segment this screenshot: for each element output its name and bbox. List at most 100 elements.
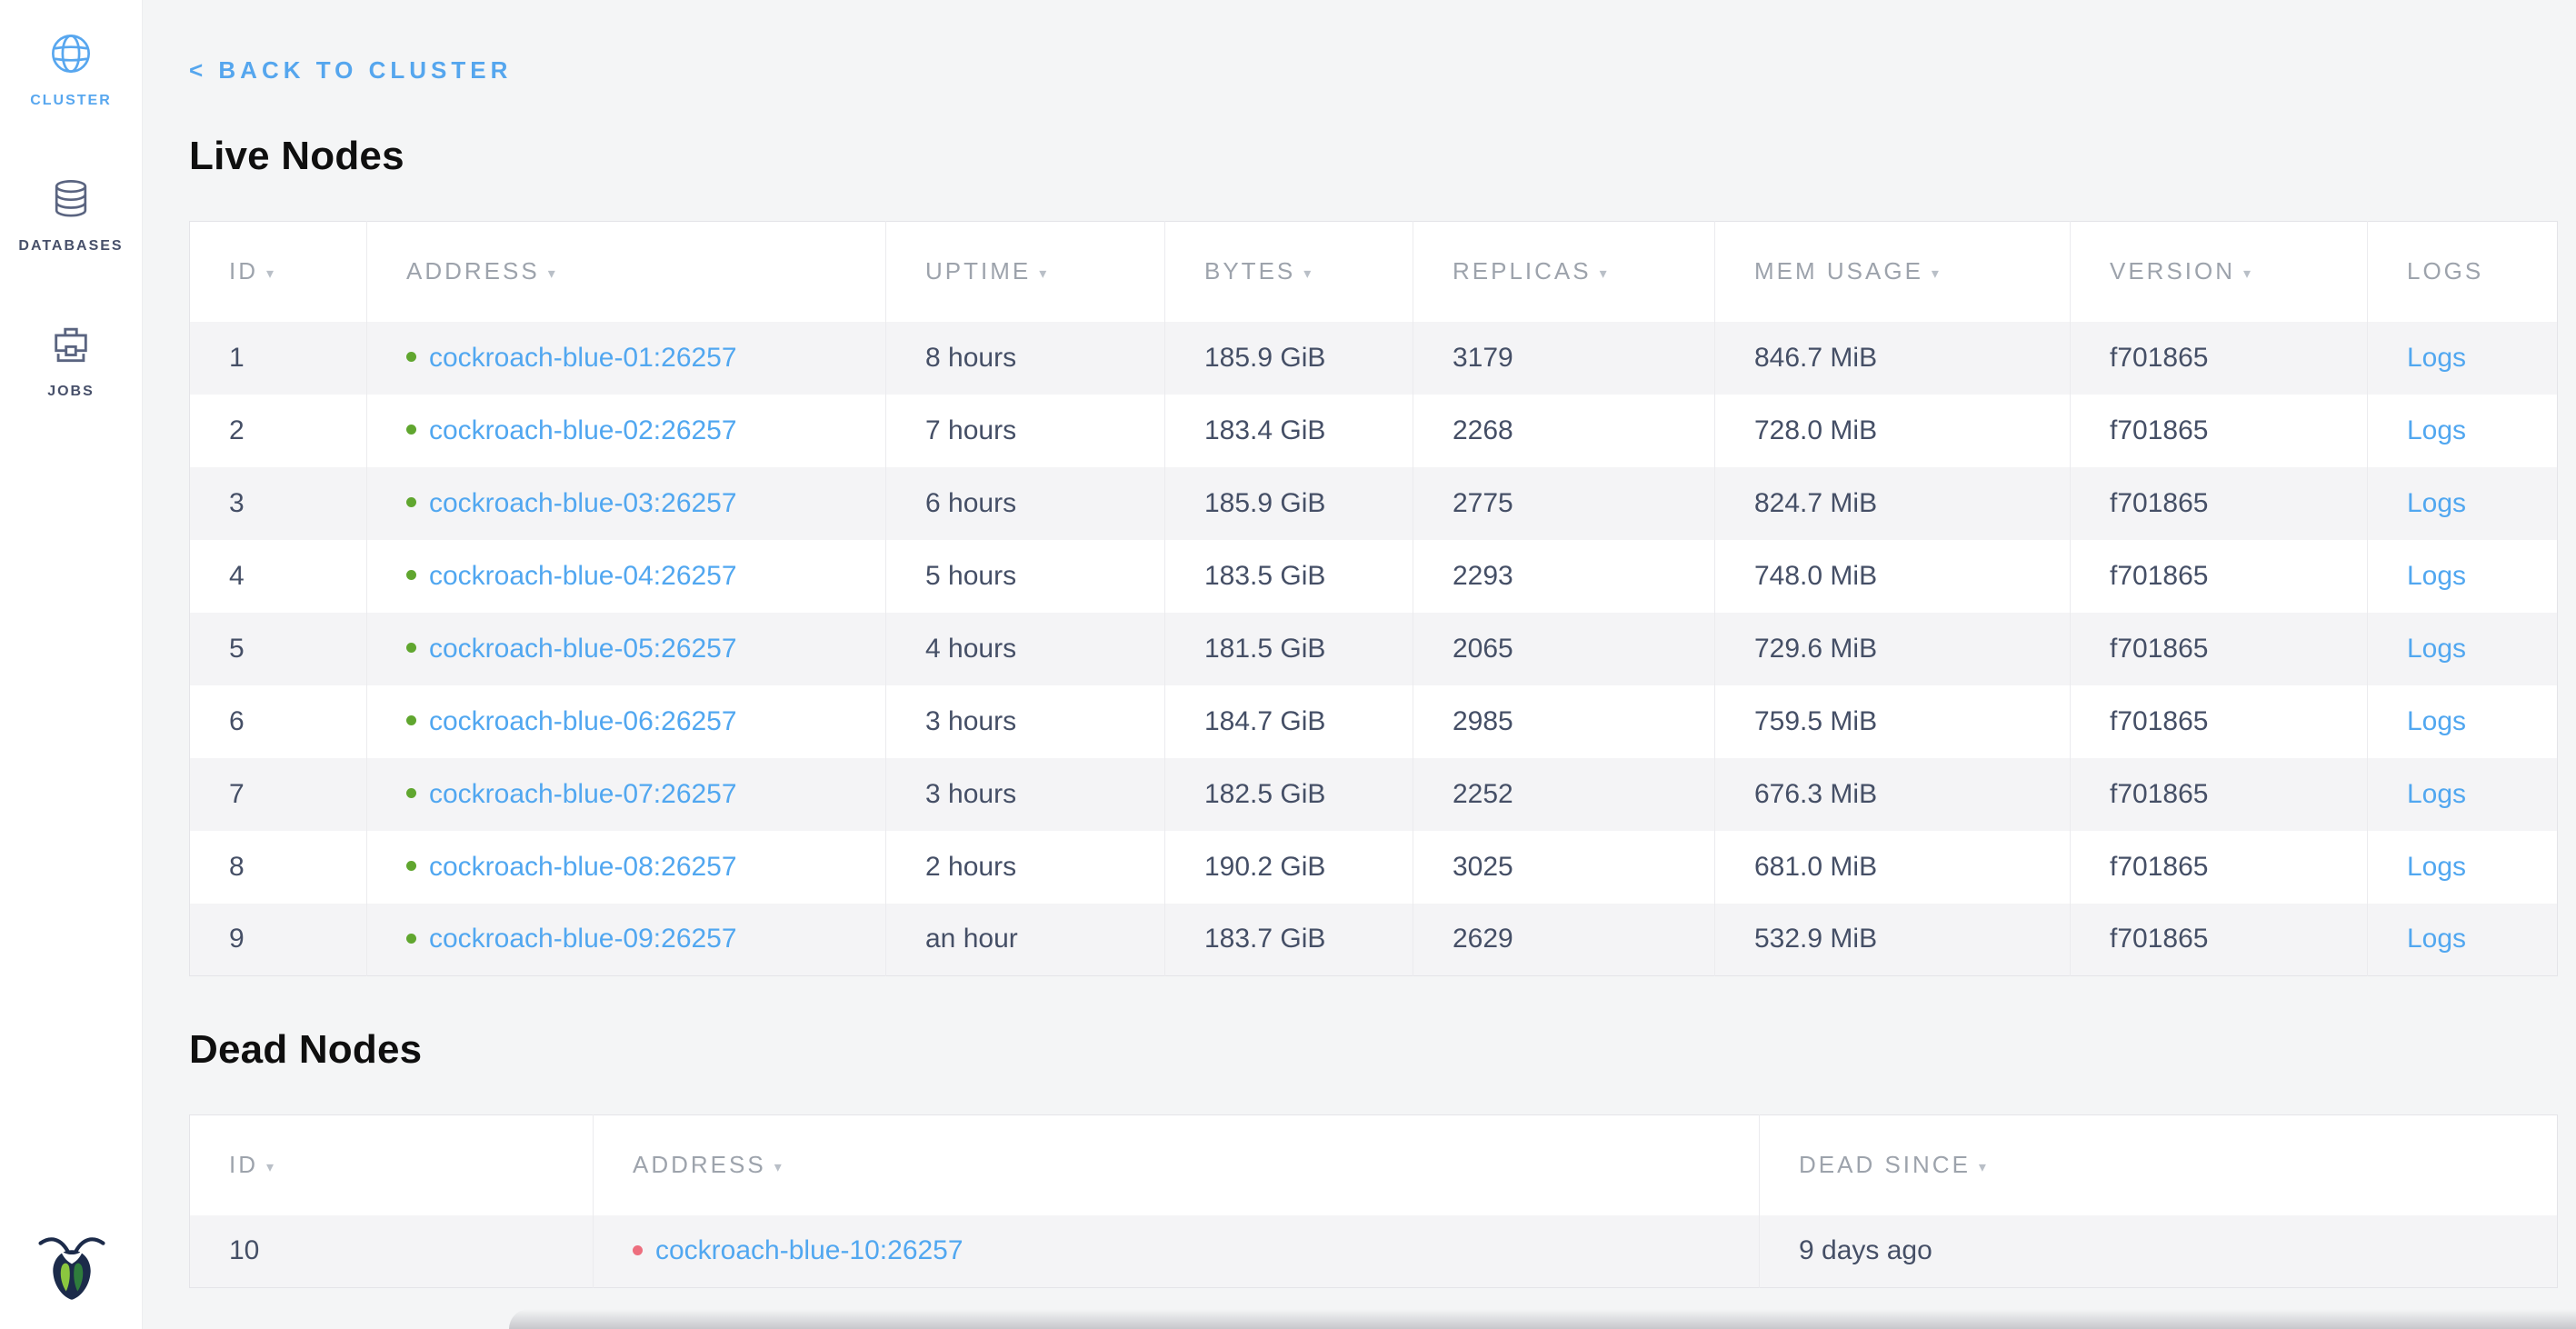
- node-address-link[interactable]: cockroach-blue-01:26257: [429, 343, 737, 373]
- cockroachdb-logo: [0, 1225, 143, 1305]
- cell-replicas: 2268: [1413, 395, 1715, 467]
- cell-address: cockroach-blue-01:26257: [367, 322, 886, 395]
- cell-bytes: 183.5 GiB: [1165, 540, 1413, 613]
- cell-logs: Logs: [2368, 467, 2558, 540]
- cell-replicas: 3179: [1413, 322, 1715, 395]
- node-row: 10cockroach-blue-10:262579 days ago: [190, 1215, 2558, 1288]
- cell-uptime: 2 hours: [886, 831, 1165, 904]
- column-header-label: REPLICAS: [1453, 257, 1592, 285]
- jobs-icon: [50, 324, 92, 370]
- cell-id: 1: [190, 322, 367, 395]
- column-header-mem-usage[interactable]: MEM USAGE▾: [1715, 222, 2071, 322]
- logs-link[interactable]: Logs: [2407, 343, 2466, 373]
- column-header-label: ID: [229, 257, 258, 285]
- cell-replicas: 2775: [1413, 467, 1715, 540]
- column-header-label: ADDRESS: [406, 257, 540, 285]
- column-header-logs: LOGS: [2368, 222, 2558, 322]
- column-header-uptime[interactable]: UPTIME ▾: [886, 222, 1165, 322]
- cell-bytes: 183.4 GiB: [1165, 395, 1413, 467]
- column-header-label: DEAD SINCE: [1799, 1151, 1971, 1178]
- node-status-dot-icon: [406, 570, 416, 580]
- cell-id: 2: [190, 395, 367, 467]
- cell-address: cockroach-blue-06:26257: [367, 685, 886, 758]
- node-row: 2cockroach-blue-02:262577 hours183.4 GiB…: [190, 395, 2558, 467]
- column-header-version[interactable]: VERSION▾: [2071, 222, 2368, 322]
- globe-icon: [50, 33, 92, 79]
- node-status-dot-icon: [406, 861, 416, 871]
- cell-version: f701865: [2071, 467, 2368, 540]
- node-status-dot-icon: [406, 715, 416, 725]
- cell-mem_usage: 532.9 MiB: [1715, 904, 2071, 976]
- page-bottom-shadow: [509, 1309, 2576, 1329]
- sidebar-item-databases[interactable]: DATABASES: [0, 178, 142, 255]
- main-content: < BACK TO CLUSTER Live Nodes ID▾ADDRESS▾…: [143, 0, 2576, 1329]
- cell-mem_usage: 676.3 MiB: [1715, 758, 2071, 831]
- column-header-label: ID: [229, 1151, 258, 1178]
- logs-link[interactable]: Logs: [2407, 561, 2466, 591]
- node-status-dot-icon: [406, 788, 416, 798]
- logs-link[interactable]: Logs: [2407, 852, 2466, 882]
- cell-bytes: 185.9 GiB: [1165, 322, 1413, 395]
- back-to-cluster-link[interactable]: < BACK TO CLUSTER: [189, 56, 512, 85]
- cell-mem_usage: 846.7 MiB: [1715, 322, 2071, 395]
- cell-mem_usage: 729.6 MiB: [1715, 613, 2071, 685]
- node-row: 7cockroach-blue-07:262573 hours182.5 GiB…: [190, 758, 2558, 831]
- sort-arrow-icon: ▾: [266, 1160, 274, 1175]
- sidebar-item-label: JOBS: [47, 384, 95, 400]
- cell-version: f701865: [2071, 322, 2368, 395]
- node-address-link[interactable]: cockroach-blue-09:26257: [429, 924, 737, 954]
- node-address-link[interactable]: cockroach-blue-05:26257: [429, 634, 737, 664]
- node-address-link[interactable]: cockroach-blue-03:26257: [429, 488, 737, 518]
- cell-replicas: 2985: [1413, 685, 1715, 758]
- node-address-link[interactable]: cockroach-blue-04:26257: [429, 561, 737, 591]
- cell-address: cockroach-blue-03:26257: [367, 467, 886, 540]
- cell-address: cockroach-blue-08:26257: [367, 831, 886, 904]
- cell-uptime: 4 hours: [886, 613, 1165, 685]
- column-header-id[interactable]: ID ▾: [190, 1115, 594, 1215]
- logs-link[interactable]: Logs: [2407, 706, 2466, 736]
- cell-address: cockroach-blue-09:26257: [367, 904, 886, 976]
- node-address-link[interactable]: cockroach-blue-07:26257: [429, 779, 737, 809]
- cell-version: f701865: [2071, 540, 2368, 613]
- column-header-bytes[interactable]: BYTES▾: [1165, 222, 1413, 322]
- logs-link[interactable]: Logs: [2407, 415, 2466, 445]
- logs-link[interactable]: Logs: [2407, 634, 2466, 664]
- column-header-label: LOGS: [2407, 257, 2483, 285]
- cell-logs: Logs: [2368, 613, 2558, 685]
- logs-link[interactable]: Logs: [2407, 924, 2466, 954]
- sidebar-item-cluster[interactable]: CLUSTER: [0, 0, 142, 109]
- node-address-link[interactable]: cockroach-blue-06:26257: [429, 706, 737, 736]
- sidebar-item-jobs[interactable]: JOBS: [0, 324, 142, 400]
- column-header-address[interactable]: ADDRESS▾: [594, 1115, 1760, 1215]
- node-row: 1cockroach-blue-01:262578 hours185.9 GiB…: [190, 322, 2558, 395]
- node-address-link[interactable]: cockroach-blue-02:26257: [429, 415, 737, 445]
- cell-bytes: 181.5 GiB: [1165, 613, 1413, 685]
- sort-arrow-icon: ▾: [1600, 266, 1607, 282]
- cell-uptime: 3 hours: [886, 685, 1165, 758]
- column-header-replicas[interactable]: REPLICAS ▾: [1413, 222, 1715, 322]
- cell-mem_usage: 681.0 MiB: [1715, 831, 2071, 904]
- node-row: 8cockroach-blue-08:262572 hours190.2 GiB…: [190, 831, 2558, 904]
- logs-link[interactable]: Logs: [2407, 488, 2466, 518]
- cell-uptime: 3 hours: [886, 758, 1165, 831]
- cell-uptime: 5 hours: [886, 540, 1165, 613]
- column-header-id[interactable]: ID▾: [190, 222, 367, 322]
- sort-arrow-icon: ▾: [1979, 1160, 1986, 1175]
- cell-version: f701865: [2071, 395, 2368, 467]
- cell-mem_usage: 824.7 MiB: [1715, 467, 2071, 540]
- cell-uptime: 6 hours: [886, 467, 1165, 540]
- sort-arrow-icon: ▾: [1039, 266, 1046, 282]
- cell-id: 8: [190, 831, 367, 904]
- node-row: 6cockroach-blue-06:262573 hours184.7 GiB…: [190, 685, 2558, 758]
- column-header-address[interactable]: ADDRESS▾: [367, 222, 886, 322]
- column-header-dead-since[interactable]: DEAD SINCE ▾: [1760, 1115, 2558, 1215]
- cell-id: 3: [190, 467, 367, 540]
- node-address-link[interactable]: cockroach-blue-08:26257: [429, 852, 737, 882]
- column-header-label: UPTIME: [925, 257, 1031, 285]
- logs-link[interactable]: Logs: [2407, 779, 2466, 809]
- sidebar-item-label: CLUSTER: [30, 93, 112, 109]
- node-status-dot-icon: [406, 643, 416, 653]
- node-address-link[interactable]: cockroach-blue-10:26257: [655, 1235, 964, 1265]
- column-header-label: MEM USAGE: [1754, 257, 1923, 285]
- cell-address: cockroach-blue-02:26257: [367, 395, 886, 467]
